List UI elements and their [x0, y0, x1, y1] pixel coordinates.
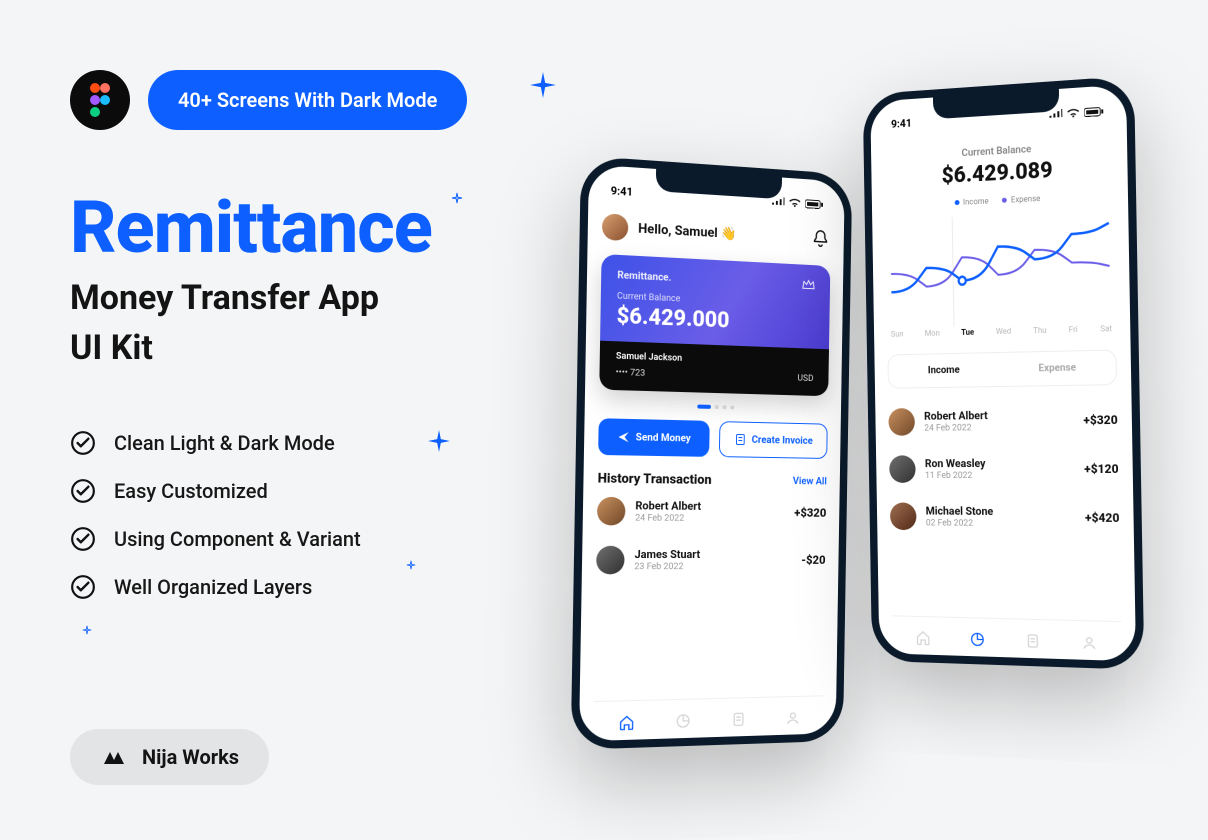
feature-text: Clean Light & Dark Mode: [114, 431, 335, 455]
transaction-date: 23 Feb 2022: [634, 562, 792, 572]
tab-bar: [892, 615, 1122, 661]
feature-text: Easy Customized: [114, 479, 268, 503]
create-invoice-label: Create Invoice: [752, 434, 813, 446]
transaction-amount: +$420: [1085, 511, 1120, 526]
feature-item: Well Organized Layers: [70, 574, 550, 600]
document-icon[interactable]: [729, 710, 747, 728]
legend-expense: Expense: [1011, 194, 1041, 204]
transaction-name: Robert Albert: [924, 408, 1073, 423]
axis-day[interactable]: Fri: [1069, 325, 1078, 334]
check-icon: [70, 430, 96, 456]
profile-icon[interactable]: [784, 709, 801, 727]
card-currency: USD: [797, 374, 813, 384]
crown-icon: [802, 278, 815, 290]
avatar: [890, 502, 917, 530]
invoice-icon: [734, 433, 746, 445]
signal-icon: [771, 196, 784, 207]
transaction-name: Ron Weasley: [925, 457, 1074, 470]
feature-text: Well Organized Layers: [114, 575, 312, 599]
feature-item: Clean Light & Dark Mode: [70, 430, 550, 456]
transaction-amount: +$320: [794, 506, 826, 520]
phone-mockup-home: 9:41 Hello, Samuel 👋 Remittance.: [571, 156, 853, 750]
transaction-amount: +$320: [1083, 413, 1118, 428]
feature-text: Using Component & Variant: [114, 527, 361, 551]
feature-list: Clean Light & Dark Mode Easy Customized …: [70, 430, 550, 600]
product-title: Remittance: [70, 185, 550, 270]
product-subtitle-line2: UI Kit: [70, 326, 550, 370]
home-icon[interactable]: [617, 713, 635, 732]
bell-icon[interactable]: [810, 228, 831, 251]
check-icon: [70, 526, 96, 552]
pager-dots[interactable]: [599, 402, 828, 412]
greeting-text: Hello, Samuel 👋: [638, 221, 736, 242]
axis-day[interactable]: Sun: [891, 330, 904, 339]
chart-icon[interactable]: [968, 630, 986, 648]
profile-icon[interactable]: [1080, 633, 1098, 652]
avatar: [889, 455, 916, 483]
axis-day[interactable]: Sat: [1100, 324, 1112, 333]
transaction-amount: -$20: [801, 553, 825, 567]
card-holder: Samuel Jackson: [616, 351, 814, 368]
axis-day[interactable]: Thu: [1033, 326, 1047, 335]
transaction-date: 24 Feb 2022: [635, 513, 785, 524]
check-icon: [70, 574, 96, 600]
send-money-label: Send Money: [636, 432, 691, 444]
avatar[interactable]: [602, 213, 629, 241]
transaction-date: 02 Feb 2022: [926, 518, 1075, 529]
transaction-date: 24 Feb 2022: [924, 422, 1073, 433]
chart-legend: Income Expense: [885, 190, 1114, 210]
axis-day[interactable]: Tue: [961, 328, 974, 337]
check-icon: [70, 478, 96, 504]
avatar: [596, 546, 625, 575]
sparkle-icon: [82, 625, 92, 635]
home-icon[interactable]: [914, 629, 931, 647]
segment-expense[interactable]: Expense: [1000, 350, 1116, 386]
wifi-icon: [1066, 107, 1080, 118]
brand-name: Nija Works: [142, 745, 239, 769]
transaction-row[interactable]: James Stuart 23 Feb 2022 -$20: [596, 536, 826, 585]
transaction-amount: +$120: [1084, 462, 1119, 476]
feature-item: Easy Customized: [70, 478, 550, 504]
transaction-row[interactable]: Ron Weasley 11 Feb 2022 +$120: [889, 444, 1119, 493]
battery-icon: [805, 198, 824, 209]
status-time: 9:41: [891, 117, 912, 131]
transaction-row[interactable]: Michael Stone 02 Feb 2022 +$420: [890, 493, 1120, 543]
transaction-name: Michael Stone: [926, 505, 1075, 519]
chart-icon[interactable]: [674, 712, 692, 731]
document-icon[interactable]: [1023, 632, 1041, 651]
axis-day[interactable]: Wed: [996, 327, 1011, 336]
transaction-row[interactable]: Robert Albert 24 Feb 2022 +$320: [888, 395, 1118, 445]
brand-badge: Nija Works: [70, 729, 269, 785]
status-time: 9:41: [611, 184, 633, 199]
send-money-button[interactable]: Send Money: [598, 418, 710, 457]
axis-day[interactable]: Mon: [925, 329, 940, 338]
view-all-link[interactable]: View All: [793, 476, 827, 487]
phone-mockup-stats: 9:41 Current Balance $6.429.089 Income E…: [863, 76, 1145, 670]
send-icon: [618, 431, 630, 443]
transaction-name: James Stuart: [634, 548, 792, 561]
line-chart[interactable]: [881, 209, 1120, 328]
avatar: [597, 497, 626, 526]
card-last-digits: •••• 723: [616, 368, 646, 379]
brand-logo-icon: [100, 748, 128, 766]
transaction-name: Robert Albert: [635, 499, 785, 513]
screens-badge: 40+ Screens With Dark Mode: [148, 70, 467, 130]
signal-icon: [1048, 108, 1062, 119]
balance-card[interactable]: Remittance. Current Balance $6.429.000 S…: [599, 254, 830, 396]
wifi-icon: [788, 197, 801, 208]
battery-icon: [1084, 106, 1104, 117]
segment-control[interactable]: Income Expense: [887, 349, 1117, 388]
figma-icon: [70, 70, 130, 130]
history-title: History Transaction: [598, 471, 712, 488]
avatar: [888, 408, 915, 436]
transaction-date: 11 Feb 2022: [925, 471, 1074, 481]
product-subtitle-line1: Money Transfer App: [70, 276, 550, 320]
segment-income[interactable]: Income: [888, 353, 1000, 388]
card-brand: Remittance.: [617, 270, 671, 284]
transaction-row[interactable]: Robert Albert 24 Feb 2022 +$320: [597, 487, 827, 537]
legend-income: Income: [963, 197, 989, 207]
feature-item: Using Component & Variant: [70, 526, 550, 552]
tab-bar: [593, 695, 823, 741]
create-invoice-button[interactable]: Create Invoice: [719, 421, 828, 459]
